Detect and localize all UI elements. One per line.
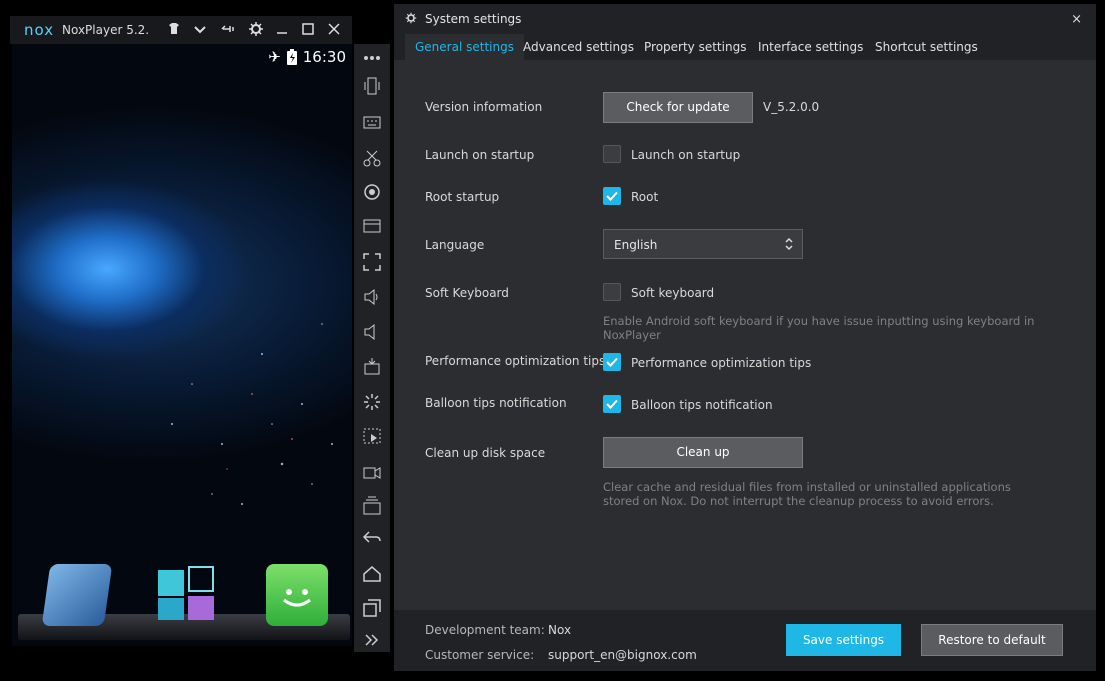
airplane-mode-icon: ✈ <box>268 48 281 66</box>
location-icon[interactable] <box>362 182 382 202</box>
launch-on-startup-checkbox[interactable] <box>603 145 621 163</box>
checkmark-icon <box>606 191 618 201</box>
video-record-icon[interactable] <box>362 462 382 482</box>
phone-app-icon[interactable] <box>41 564 113 626</box>
checkmark-icon <box>606 399 618 409</box>
nox-titlebar: nox NoxPlayer 5.2.0 <box>10 16 352 44</box>
version-label: Version information <box>425 100 543 114</box>
more-icon[interactable] <box>362 48 382 68</box>
shirt-theme-icon[interactable] <box>166 21 182 37</box>
tab-advanced-settings[interactable]: Advanced settings <box>513 34 644 60</box>
root-startup-label: Root startup <box>425 190 500 204</box>
fullscreen-icon[interactable] <box>362 252 382 272</box>
clean-up-hint: Clear cache and residual files from inst… <box>603 480 1011 508</box>
chevron-updown-icon <box>785 237 793 251</box>
check-for-update-button[interactable]: Check for update <box>603 92 753 123</box>
balloon-tips-option[interactable]: Balloon tips notification <box>631 398 773 412</box>
language-label: Language <box>425 238 485 252</box>
side-toolbar <box>354 44 390 652</box>
gear-icon <box>405 12 417 24</box>
close-icon[interactable] <box>326 21 342 37</box>
pin-icon[interactable] <box>220 21 236 37</box>
root-checkbox[interactable] <box>603 187 621 205</box>
apk-install-icon[interactable] <box>362 356 382 376</box>
android-status-bar: ✈ 16:30 <box>268 48 346 66</box>
tab-shortcut-settings[interactable]: Shortcut settings <box>865 34 988 60</box>
app-drawer-icon[interactable] <box>158 564 218 626</box>
customer-service-email[interactable]: support_en@bignox.com <box>548 648 697 662</box>
performance-tips-checkbox[interactable] <box>603 353 621 371</box>
soft-keyboard-option[interactable]: Soft keyboard <box>631 286 714 300</box>
soft-keyboard-hint: Enable Android soft keyboard if you have… <box>603 314 1035 342</box>
performance-tips-option[interactable]: Performance optimization tips <box>631 356 811 370</box>
android-screen[interactable]: ✈ 16:30 <box>12 44 352 646</box>
messaging-app-icon[interactable] <box>266 564 328 626</box>
language-value: English <box>614 238 658 252</box>
gear-icon[interactable] <box>248 21 264 37</box>
soft-keyboard-label: Soft Keyboard <box>425 286 509 300</box>
keyboard-icon[interactable] <box>362 112 382 132</box>
volume-up-icon[interactable] <box>362 287 382 307</box>
home-icon[interactable] <box>362 564 382 584</box>
checkmark-icon <box>606 357 618 367</box>
nox-player-window: nox NoxPlayer 5.2.0 ✈ 16:30 <box>10 16 352 648</box>
chevron-down-icon[interactable] <box>192 21 208 37</box>
clean-up-button[interactable]: Clean up <box>603 437 803 468</box>
dev-team-value: Nox <box>548 623 572 637</box>
tab-interface-settings[interactable]: Interface settings <box>748 34 873 60</box>
shake-icon[interactable] <box>362 76 382 96</box>
back-icon[interactable] <box>362 528 382 548</box>
dialog-title: System settings <box>425 12 522 26</box>
close-button[interactable]: × <box>1071 12 1082 27</box>
dev-team-label: Development team: <box>425 623 545 637</box>
version-value: V_5.2.0.0 <box>763 100 820 114</box>
macro-icon[interactable] <box>362 426 382 446</box>
recent-apps-icon[interactable] <box>362 598 382 618</box>
root-option[interactable]: Root <box>631 190 658 204</box>
restore-default-button[interactable]: Restore to default <box>921 624 1063 656</box>
screen-icon[interactable] <box>362 216 382 236</box>
soft-keyboard-checkbox[interactable] <box>603 283 621 301</box>
launch-on-startup-label: Launch on startup <box>425 148 535 162</box>
system-settings-dialog: System settings × General settings Advan… <box>394 4 1096 671</box>
launch-on-startup-option[interactable]: Launch on startup <box>631 148 740 162</box>
balloon-tips-checkbox[interactable] <box>603 395 621 413</box>
scissors-icon[interactable] <box>362 148 382 168</box>
performance-tips-label: Performance optimization tips <box>425 354 606 368</box>
loading-icon[interactable] <box>362 392 382 412</box>
home-dock <box>18 554 350 646</box>
multi-instance-icon[interactable] <box>362 496 382 516</box>
status-time: 16:30 <box>302 48 346 66</box>
battery-charging-icon <box>286 49 297 65</box>
save-settings-button[interactable]: Save settings <box>786 624 901 656</box>
settings-footer: Development team: Nox Customer service: … <box>394 610 1096 671</box>
maximize-icon[interactable] <box>300 21 316 37</box>
volume-down-icon[interactable] <box>362 322 382 342</box>
tab-property-settings[interactable]: Property settings <box>634 34 756 60</box>
language-select[interactable]: English <box>603 229 803 259</box>
balloon-tips-label: Balloon tips notification <box>425 396 567 410</box>
customer-service-label: Customer service: <box>425 648 535 662</box>
settings-titlebar: System settings × General settings Advan… <box>394 4 1096 60</box>
clean-up-label: Clean up disk space <box>425 446 546 460</box>
tab-general-settings[interactable]: General settings <box>405 34 524 60</box>
expand-toolbar-icon[interactable] <box>362 630 382 650</box>
nox-window-title: NoxPlayer 5.2.0 <box>62 23 148 37</box>
nox-logo: nox <box>24 21 55 39</box>
minimize-icon[interactable] <box>274 21 290 37</box>
